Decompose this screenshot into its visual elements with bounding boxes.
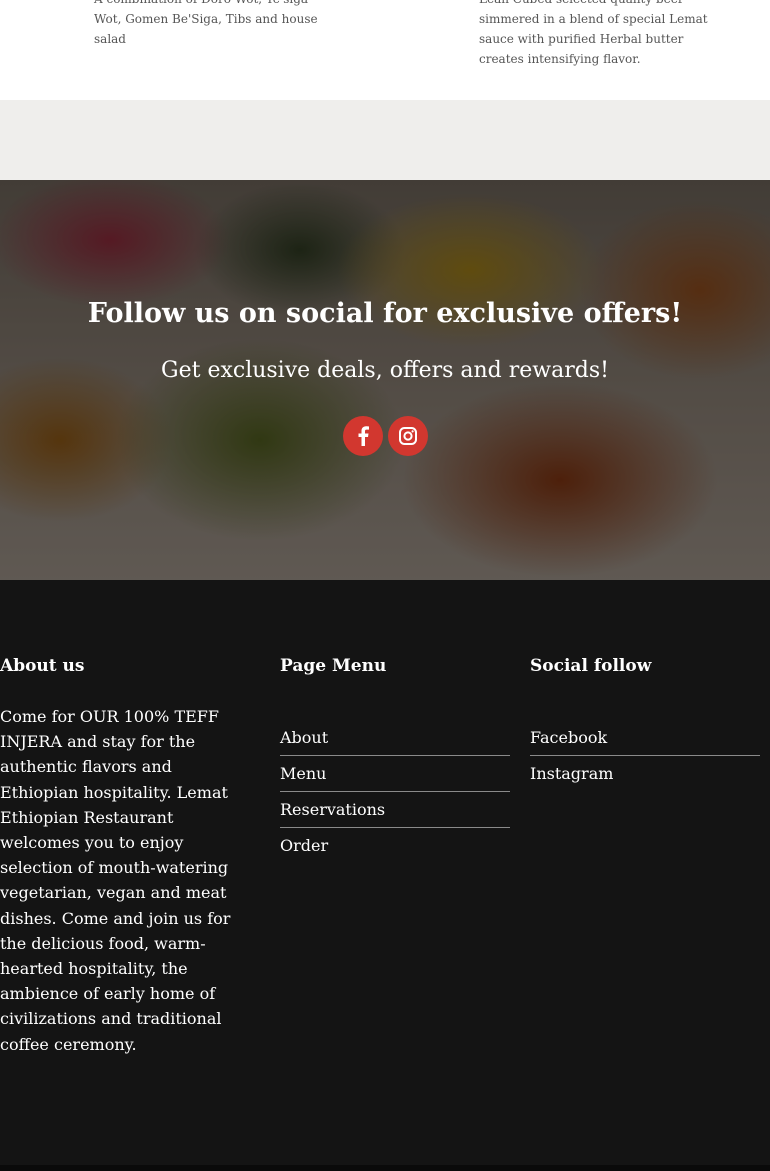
social-follow-list: Facebook Instagram [530, 720, 760, 792]
menu-items-section: A combination of Doro Wot, Ye'siga Wot, … [0, 0, 770, 100]
page-menu-heading: Page Menu [280, 656, 387, 676]
footer-link-order[interactable]: Order [280, 828, 510, 864]
section-spacer [0, 100, 770, 180]
banner-title: Follow us on social for exclusive offers… [87, 298, 683, 329]
footer-link-menu[interactable]: Menu [280, 756, 510, 792]
social-follow-column: Social follow [530, 652, 651, 680]
footer-link-about[interactable]: About [280, 720, 510, 756]
page-menu-column: Page Menu [280, 652, 386, 680]
banner-subtitle: Get exclusive deals, offers and rewards! [161, 358, 609, 383]
about-heading: About us [0, 656, 85, 676]
page-menu-list: About Menu Reservations Order [280, 720, 510, 864]
footer-link-instagram[interactable]: Instagram [530, 756, 760, 792]
about-text: Come for OUR 100% TEFF INJERA and stay f… [0, 707, 231, 1054]
about-column: About us [0, 652, 84, 680]
footer-link-reservations[interactable]: Reservations [280, 792, 510, 828]
instagram-icon [399, 427, 417, 445]
footer-link-facebook[interactable]: Facebook [530, 720, 760, 756]
footer-bottom-edge [0, 1165, 770, 1171]
social-buttons [343, 416, 428, 456]
menu-item-description: A combination of Doro Wot, Ye'siga Wot, … [94, 0, 318, 46]
facebook-button[interactable] [343, 416, 383, 456]
menu-item-description: Lean Cubed selected quality beef simmere… [479, 0, 708, 66]
social-offers-banner: Follow us on social for exclusive offers… [0, 180, 770, 580]
facebook-icon [358, 426, 369, 446]
social-follow-heading: Social follow [530, 656, 652, 676]
instagram-button[interactable] [388, 416, 428, 456]
